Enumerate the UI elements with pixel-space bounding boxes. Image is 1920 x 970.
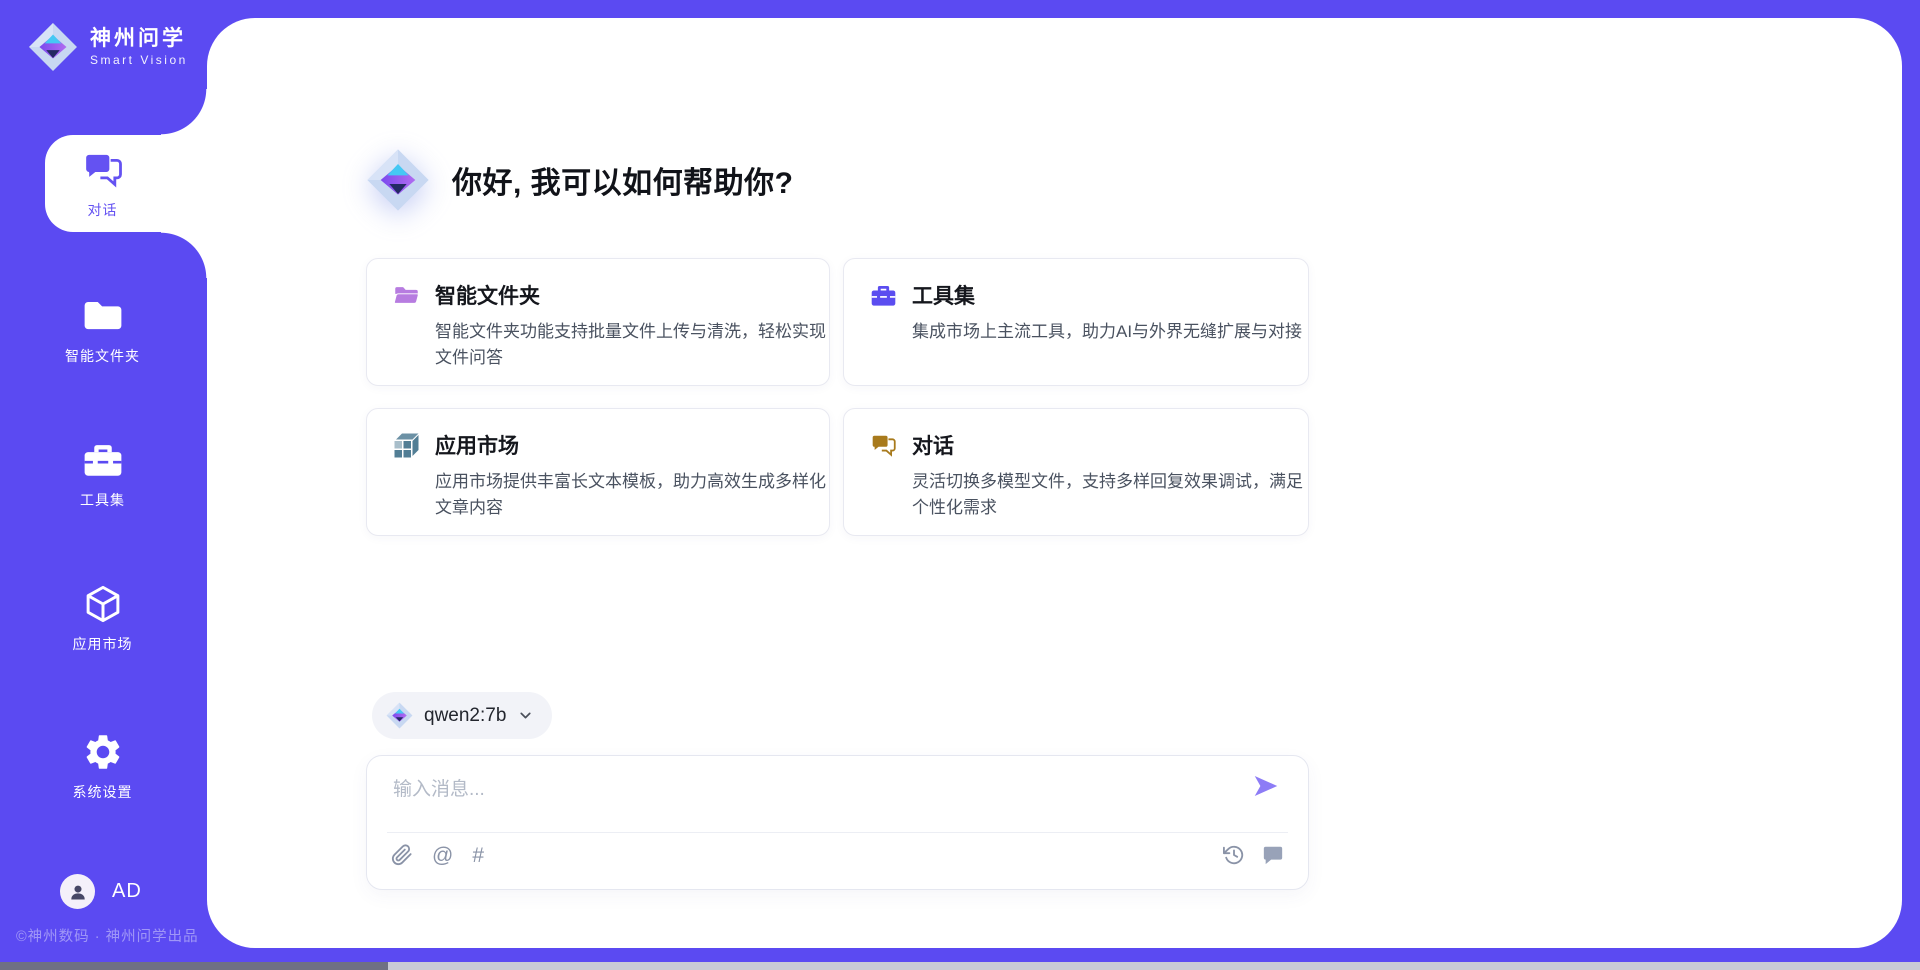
scrollbar-thumb[interactable] — [0, 962, 388, 970]
sidebar-item-smart-folder[interactable]: 智能文件夹 — [0, 284, 205, 376]
card-title: 对话 — [912, 430, 954, 460]
card-description: 智能文件夹功能支持批量文件上传与清洗，轻松实现文件问答 — [435, 319, 835, 370]
composer-tools-left: @ # — [391, 844, 484, 866]
sidebar-item-label: 系统设置 — [73, 782, 133, 802]
mention-button[interactable]: @ — [432, 845, 453, 866]
comment-button[interactable] — [1262, 844, 1284, 866]
composer-divider — [387, 832, 1288, 833]
cube-grid-icon — [393, 432, 420, 459]
user-account[interactable]: AD — [60, 874, 142, 909]
model-selector[interactable]: qwen2:7b — [372, 692, 552, 739]
greeting-block: 你好, 我可以如何帮助你? — [366, 130, 794, 230]
sidebar-item-label: 智能文件夹 — [65, 346, 140, 366]
hash-button[interactable]: # — [472, 845, 484, 866]
cube-icon — [82, 583, 124, 625]
app-logo: 神州问学 Smart Vision — [28, 22, 188, 72]
card-header: 对话 — [870, 430, 1284, 460]
send-icon — [1251, 771, 1281, 801]
card-description: 应用市场提供丰富长文本模板，助力高效生成多样化文章内容 — [435, 469, 835, 520]
card-app-market[interactable]: 应用市场 应用市场提供丰富长文本模板，助力高效生成多样化文章内容 — [366, 408, 830, 536]
sidebar-item-chat[interactable]: 对话 — [0, 138, 205, 230]
card-title: 智能文件夹 — [435, 280, 540, 310]
horizontal-scrollbar[interactable] — [0, 962, 1920, 970]
mention-icon: @ — [432, 844, 453, 867]
brand-name-cn: 神州问学 — [90, 27, 188, 51]
hash-icon: # — [472, 844, 484, 867]
brand-name-en: Smart Vision — [90, 53, 188, 67]
sidebar-item-toolset[interactable]: 工具集 — [0, 428, 205, 520]
toolbox-icon — [870, 282, 897, 309]
card-title: 工具集 — [912, 280, 975, 310]
attach-icon — [391, 844, 413, 866]
gem-logo-icon — [366, 148, 430, 212]
composer-tools-right — [1223, 844, 1284, 866]
toolbox-icon — [82, 439, 124, 481]
folder-open-icon — [393, 282, 420, 309]
person-icon — [68, 882, 88, 902]
sidebar-item-label: 工具集 — [80, 490, 125, 510]
brand-text: 神州问学 Smart Vision — [90, 27, 188, 67]
send-button[interactable] — [1248, 769, 1284, 805]
card-chat[interactable]: 对话 灵活切换多模型文件，支持多样回复效果调试，满足个性化需求 — [843, 408, 1309, 536]
sidebar-item-settings[interactable]: 系统设置 — [0, 720, 205, 812]
card-smart-folder[interactable]: 智能文件夹 智能文件夹功能支持批量文件上传与清洗，轻松实现文件问答 — [366, 258, 830, 386]
gem-logo-icon — [28, 22, 78, 72]
folder-icon — [82, 295, 124, 337]
message-input[interactable] — [391, 772, 1225, 822]
active-nav-fillet-top — [161, 89, 207, 135]
card-header: 工具集 — [870, 280, 1284, 310]
message-composer: @ # — [366, 755, 1309, 890]
comment-icon — [1262, 844, 1284, 866]
attach-button[interactable] — [391, 844, 413, 866]
sidebar-item-app-market[interactable]: 应用市场 — [0, 572, 205, 664]
avatar — [60, 874, 95, 909]
history-button[interactable] — [1223, 844, 1245, 866]
card-toolset[interactable]: 工具集 集成市场上主流工具，助力AI与外界无缝扩展与对接 — [843, 258, 1309, 386]
chat-icon — [82, 149, 124, 191]
app-root: { "brand": { "name_cn": "神州问学", "name_en… — [0, 0, 1920, 970]
card-description: 集成市场上主流工具，助力AI与外界无缝扩展与对接 — [912, 319, 1312, 345]
user-initials: AD — [112, 880, 142, 903]
active-nav-fillet-bottom — [161, 232, 207, 278]
chat-icon — [870, 432, 897, 459]
copyright-text: ©神州数码 · 神州问学出品 — [16, 925, 199, 946]
model-name: qwen2:7b — [424, 705, 506, 727]
chevron-down-icon — [517, 707, 534, 724]
greeting-text: 你好, 我可以如何帮助你? — [452, 158, 794, 202]
feature-cards: 智能文件夹 智能文件夹功能支持批量文件上传与清洗，轻松实现文件问答 工具集 集成… — [366, 258, 1309, 536]
gem-logo-icon — [386, 702, 413, 729]
gear-icon — [82, 731, 124, 773]
card-header: 智能文件夹 — [393, 280, 805, 310]
card-header: 应用市场 — [393, 430, 805, 460]
card-description: 灵活切换多模型文件，支持多样回复效果调试，满足个性化需求 — [912, 469, 1312, 520]
history-icon — [1223, 844, 1245, 866]
sidebar-item-label: 应用市场 — [73, 634, 133, 654]
card-title: 应用市场 — [435, 430, 519, 460]
sidebar-item-label: 对话 — [88, 200, 118, 220]
